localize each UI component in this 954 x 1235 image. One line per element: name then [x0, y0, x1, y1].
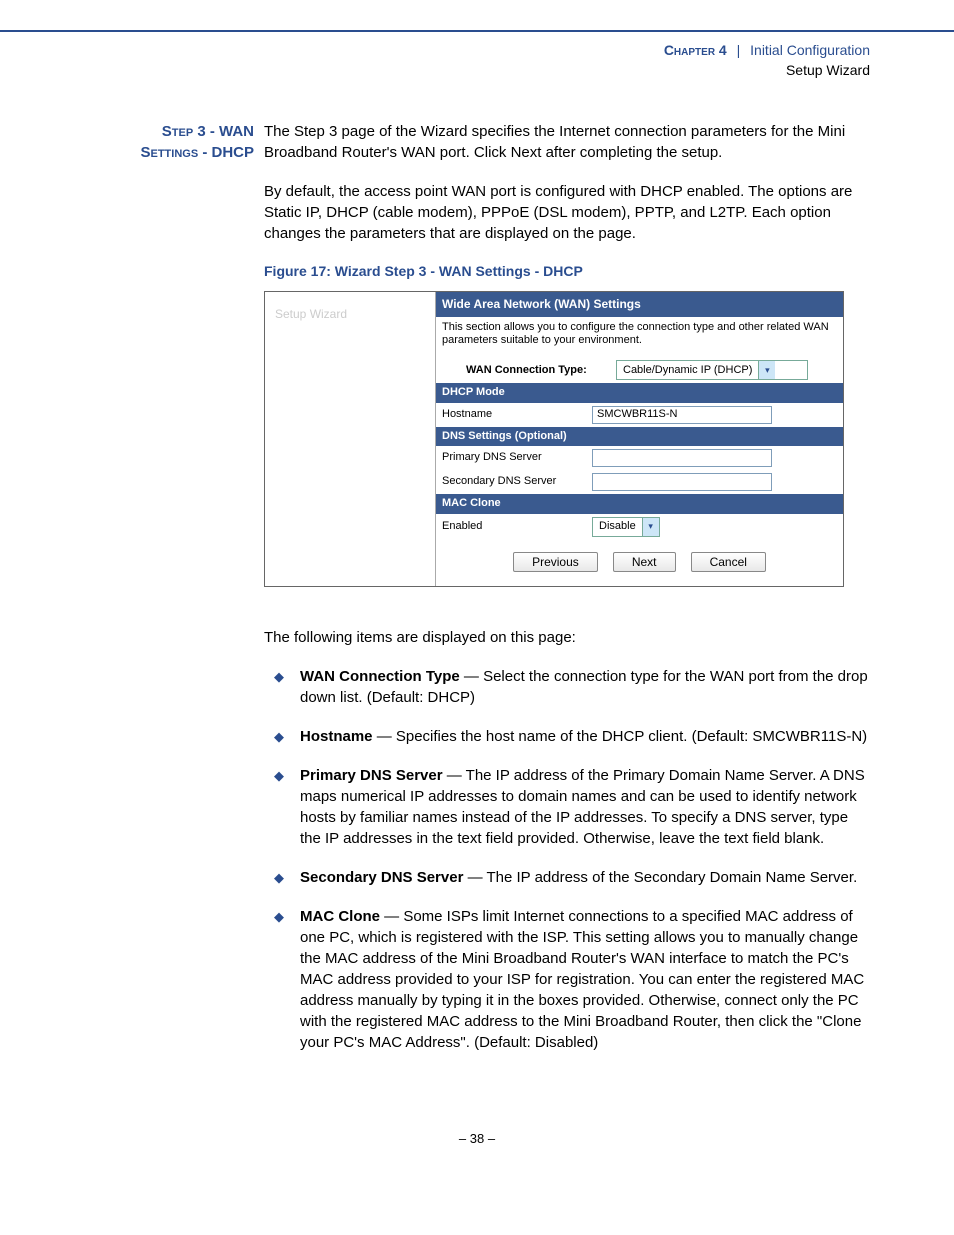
cancel-button[interactable]: Cancel	[691, 552, 766, 573]
item-desc: — Some ISPs limit Internet connections t…	[300, 908, 864, 1051]
next-button[interactable]: Next	[613, 552, 676, 573]
subsection-title: Setup Wizard	[786, 62, 870, 78]
item-term: Primary DNS Server	[300, 767, 443, 784]
hostname-value: SMCWBR11S-N	[597, 407, 677, 422]
mac-enabled-select[interactable]: Disable ▾	[592, 517, 660, 537]
figure-sidebar: Setup Wizard	[265, 292, 436, 586]
conn-type-label: WAN Connection Type:	[442, 363, 616, 378]
item-desc: — The IP address of the Secondary Domain…	[463, 869, 857, 886]
section-title: Initial Configuration	[750, 42, 870, 58]
secondary-dns-label: Secondary DNS Server	[442, 474, 592, 489]
item-term: Secondary DNS Server	[300, 869, 463, 886]
list-item: Primary DNS Server — The IP address of t…	[264, 765, 870, 867]
list-item: Secondary DNS Server — The IP address of…	[264, 867, 870, 906]
previous-button[interactable]: Previous	[513, 552, 598, 573]
panel-title: Wide Area Network (WAN) Settings	[436, 292, 843, 317]
list-item: Hostname — Specifies the host name of th…	[264, 726, 870, 765]
hostname-row: Hostname SMCWBR11S-N	[436, 403, 843, 427]
header-rule	[0, 30, 954, 32]
figure-frame: Setup Wizard Wide Area Network (WAN) Set…	[264, 291, 844, 587]
description-list: WAN Connection Type — Select the connect…	[264, 666, 870, 1071]
wizard-button-row: Previous Next Cancel	[436, 540, 843, 587]
primary-dns-label: Primary DNS Server	[442, 450, 592, 465]
mac-clone-bar: MAC Clone	[436, 494, 843, 513]
mac-enabled-label: Enabled	[442, 519, 592, 534]
header-separator: |	[731, 42, 747, 58]
dns-settings-bar: DNS Settings (Optional)	[436, 427, 843, 446]
chevron-down-icon: ▾	[642, 518, 659, 536]
side-heading-line1: Step 3 - WAN	[162, 123, 254, 140]
mac-enabled-row: Enabled Disable ▾	[436, 514, 843, 540]
list-item: MAC Clone — Some ISPs limit Internet con…	[264, 906, 870, 1071]
post-figure-intro: The following items are displayed on thi…	[264, 627, 870, 648]
item-term: MAC Clone	[300, 908, 380, 925]
item-desc: — Specifies the host name of the DHCP cl…	[373, 728, 868, 745]
side-heading: Step 3 - WAN Settings - DHCP	[84, 121, 264, 163]
hostname-input[interactable]: SMCWBR11S-N	[592, 406, 772, 424]
conn-type-select[interactable]: Cable/Dynamic IP (DHCP) ▾	[616, 360, 808, 380]
intro-paragraph-1: The Step 3 page of the Wizard specifies …	[264, 121, 870, 163]
side-heading-line2: Settings - DHCP	[140, 144, 254, 161]
conn-type-row: WAN Connection Type: Cable/Dynamic IP (D…	[436, 357, 843, 383]
figure-caption: Figure 17: Wizard Step 3 - WAN Settings …	[264, 262, 870, 282]
figure-main: Wide Area Network (WAN) Settings This se…	[436, 292, 843, 586]
chapter-label: Chapter 4	[664, 42, 727, 58]
intro-paragraph-2: By default, the access point WAN port is…	[264, 181, 870, 244]
primary-dns-row: Primary DNS Server	[436, 446, 843, 470]
secondary-dns-row: Secondary DNS Server	[436, 470, 843, 494]
figure-sidebar-label: Setup Wizard	[275, 307, 347, 321]
list-item: WAN Connection Type — Select the connect…	[264, 666, 870, 726]
conn-type-value: Cable/Dynamic IP (DHCP)	[617, 363, 758, 378]
secondary-dns-input[interactable]	[592, 473, 772, 491]
item-term: Hostname	[300, 728, 373, 745]
primary-dns-input[interactable]	[592, 449, 772, 467]
page-header: Chapter 4 | Initial Configuration Setup …	[84, 0, 870, 81]
mac-enabled-value: Disable	[593, 519, 642, 534]
dhcp-mode-bar: DHCP Mode	[436, 383, 843, 402]
page-number: – 38 –	[84, 1131, 870, 1146]
item-term: WAN Connection Type	[300, 668, 460, 685]
chevron-down-icon: ▾	[758, 361, 775, 379]
hostname-label: Hostname	[442, 407, 592, 422]
panel-description: This section allows you to configure the…	[436, 317, 843, 357]
